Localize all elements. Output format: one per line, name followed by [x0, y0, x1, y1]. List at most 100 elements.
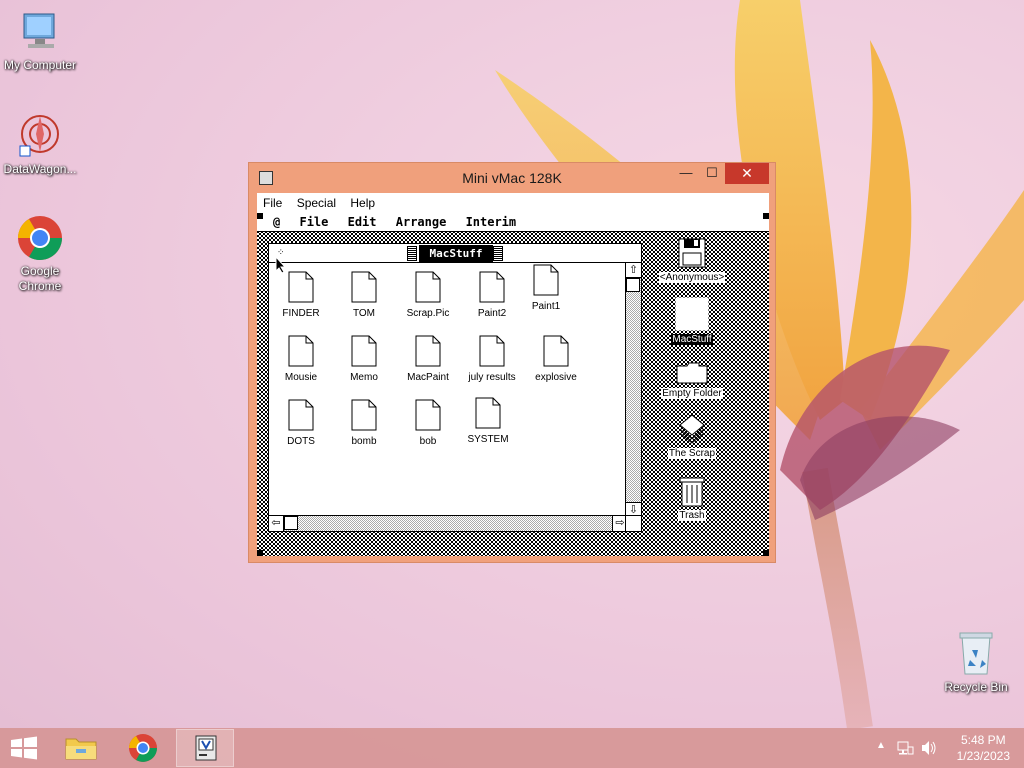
file-label: bob — [419, 436, 437, 447]
taskbar-clock[interactable]: 5:48 PM 1/23/2023 — [957, 732, 1010, 764]
file-icon-macpaint[interactable]: MacPaint — [396, 335, 460, 383]
file-label: july results — [468, 372, 516, 383]
menu-help[interactable]: Help — [344, 193, 380, 210]
document-icon — [288, 271, 314, 303]
mini-vmac-window[interactable]: Mini vMac 128K — ☐ ✕ File Special Help @… — [248, 162, 776, 563]
minimize-button[interactable]: — — [673, 163, 699, 184]
size-box[interactable] — [625, 515, 641, 531]
horizontal-scroll-thumb[interactable] — [284, 516, 298, 530]
maximize-button[interactable]: ☐ — [699, 163, 725, 184]
taskbar-google-chrome[interactable] — [114, 729, 172, 767]
file-label: Mousie — [284, 372, 318, 383]
document-icon — [351, 335, 377, 367]
desktop-icon-google-chrome[interactable]: Google Chrome — [0, 214, 80, 294]
desktop-icon-recycle-bin[interactable]: Recycle Bin — [936, 630, 1016, 695]
screen-corner — [257, 550, 263, 556]
scroll-up-arrow[interactable]: ⇧ — [626, 263, 641, 278]
vertical-scroll-thumb[interactable] — [626, 278, 640, 292]
document-icon — [475, 397, 501, 429]
recycle-bin-icon — [952, 630, 1000, 678]
scroll-left-arrow[interactable]: ⇦ — [269, 516, 284, 531]
screen-corner — [257, 213, 263, 219]
disk-icon — [678, 238, 706, 268]
close-button[interactable]: ✕ — [725, 163, 769, 184]
system-tray: ▲ — [872, 728, 952, 768]
mac-screen[interactable]: @ File Edit Arrange Interim ⁘ MacStuff F… — [257, 213, 769, 556]
desktop-icon-label: Recycle Bin — [944, 680, 1008, 694]
file-icon-july-results[interactable]: july results — [460, 335, 524, 383]
finder-titlebar[interactable]: ⁘ MacStuff — [269, 244, 641, 263]
document-icon — [543, 335, 569, 367]
file-icon-scrap-pic[interactable]: Scrap.Pic — [396, 271, 460, 319]
desktop-icon-my-computer[interactable]: My Computer — [0, 8, 80, 73]
mac-menu-interim[interactable]: Interim — [460, 213, 523, 229]
disk-selected-icon — [675, 297, 709, 331]
mac-icon-label: MacStuff — [671, 334, 713, 345]
window-titlebar[interactable]: Mini vMac 128K — ☐ ✕ — [249, 163, 775, 191]
document-icon — [479, 271, 505, 303]
file-label: bomb — [351, 436, 377, 447]
file-icon-memo[interactable]: Memo — [332, 335, 396, 383]
desktop-icon-label: DataWagon... — [3, 162, 77, 176]
menu-special[interactable]: Special — [291, 193, 341, 210]
mac-icon-macstuff-disk[interactable]: MacStuff — [657, 297, 727, 345]
window-menubar: File Special Help — [257, 193, 769, 213]
file-icon-explosive[interactable]: explosive — [524, 335, 588, 383]
file-icon-dots[interactable]: DOTS — [269, 399, 333, 447]
folder-icon — [676, 362, 708, 384]
screen-corner — [763, 550, 769, 556]
start-button[interactable] — [0, 728, 48, 768]
finder-title: MacStuff — [419, 245, 493, 262]
taskbar-file-explorer[interactable] — [52, 729, 110, 767]
folder-icon — [65, 738, 97, 760]
file-label: MacPaint — [407, 372, 449, 383]
mac-menu-arrange[interactable]: Arrange — [390, 213, 453, 229]
mac-menu-edit[interactable]: Edit — [342, 213, 383, 229]
mac-icon-the-scrap[interactable]: The Scrap — [657, 413, 727, 459]
mac-icon-empty-folder[interactable]: Empty Folder — [657, 361, 727, 399]
title-knob — [407, 246, 417, 261]
volume-icon[interactable] — [920, 739, 938, 757]
network-icon[interactable] — [896, 739, 914, 757]
mac-menu-file[interactable]: File — [293, 213, 334, 229]
document-icon — [415, 271, 441, 303]
mac-icon-label: <Anonymous> — [658, 272, 726, 283]
file-label: SYSTEM — [467, 434, 509, 445]
vertical-scrollbar[interactable]: ⇧ ⇩ — [625, 263, 641, 517]
finder-window[interactable]: ⁘ MacStuff FINDER TOM Scrap.Pic Paint2 P… — [268, 243, 642, 532]
file-icon-system[interactable]: SYSTEM — [456, 397, 520, 445]
finder-content: FINDER TOM Scrap.Pic Paint2 Paint1 Mousi… — [269, 263, 625, 516]
document-icon — [288, 335, 314, 367]
chrome-icon — [129, 734, 157, 762]
mouse-cursor-icon — [275, 256, 287, 274]
file-icon-bomb[interactable]: bomb — [332, 399, 396, 447]
document-icon — [351, 399, 377, 431]
chrome-icon — [16, 214, 64, 262]
show-hidden-icons-icon[interactable]: ▲ — [876, 740, 886, 751]
desktop-icon-label: Google Chrome — [18, 264, 62, 293]
taskbar: ▲ 5:48 PM 1/23/2023 — [0, 728, 1024, 768]
document-icon — [533, 264, 559, 296]
desktop-icon-label: My Computer — [3, 58, 77, 72]
computer-icon — [16, 8, 64, 56]
file-label: Scrap.Pic — [406, 308, 450, 319]
file-icon-finder[interactable]: FINDER — [269, 271, 333, 319]
trash-icon — [679, 477, 705, 507]
horizontal-scrollbar[interactable]: ⇦ ⇨ — [269, 515, 627, 531]
mac-icon-label: Trash — [678, 510, 706, 521]
file-label: FINDER — [282, 308, 320, 319]
mini-vmac-icon — [195, 735, 217, 761]
file-icon-tom[interactable]: TOM — [332, 271, 396, 319]
mac-icon-label: Empty Folder — [661, 388, 723, 399]
mac-icon-anonymous-disk[interactable]: <Anonymous> — [657, 237, 727, 283]
mac-icon-trash[interactable]: Trash — [657, 477, 727, 521]
desktop-icon-datawagon[interactable]: DataWagon... — [0, 112, 80, 177]
file-label: explosive — [535, 372, 577, 383]
document-icon — [351, 271, 377, 303]
mac-menubar: @ File Edit Arrange Interim — [257, 213, 769, 232]
menu-file[interactable]: File — [257, 193, 287, 210]
file-icon-mousie[interactable]: Mousie — [269, 335, 333, 383]
file-icon-bob[interactable]: bob — [396, 399, 460, 447]
taskbar-mini-vmac[interactable] — [176, 729, 234, 767]
file-icon-paint1[interactable]: Paint1 — [514, 264, 578, 312]
